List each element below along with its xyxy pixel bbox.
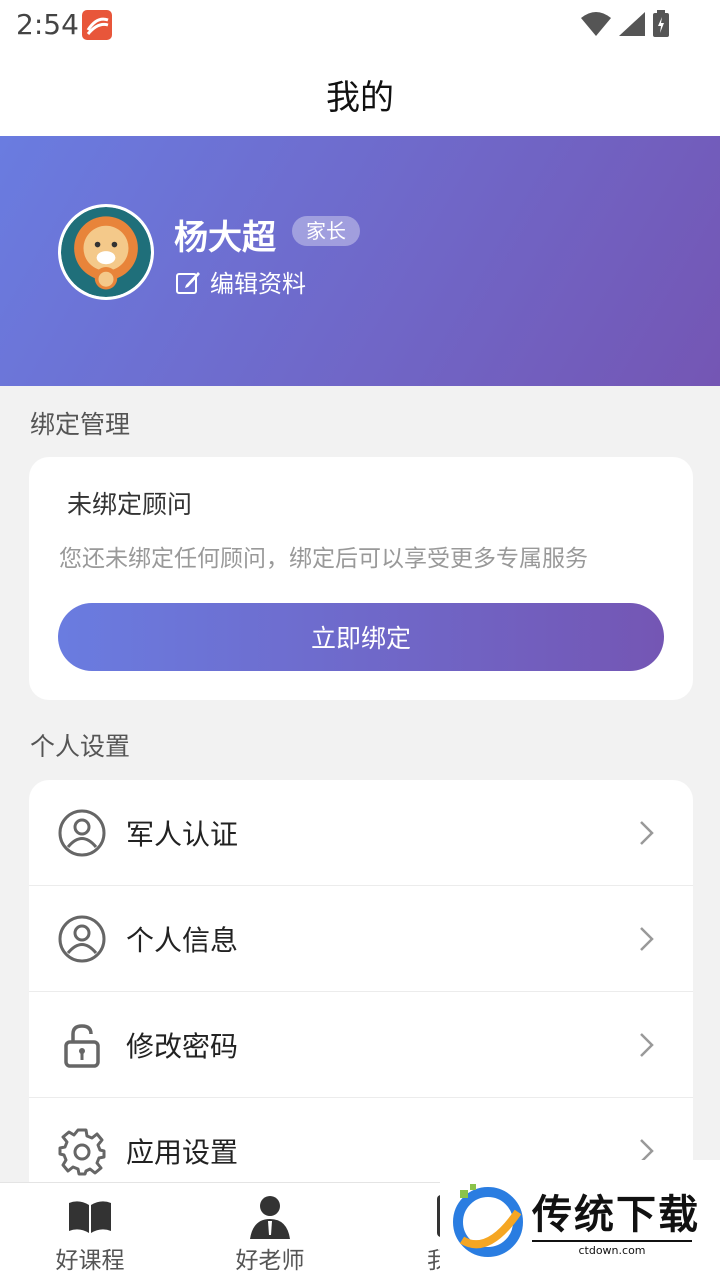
edit-profile-link[interactable]: 编辑资料 — [174, 264, 306, 299]
settings-section-title: 个人设置 — [30, 732, 131, 761]
status-bar: 2:54 — [0, 0, 720, 52]
chevron-right-icon — [640, 1032, 654, 1057]
role-badge: 家长 — [292, 216, 360, 246]
bind-now-button[interactable]: 立即绑定 — [58, 603, 664, 671]
status-time: 2:54 — [16, 8, 79, 41]
nav-item-courses[interactable]: 好课程 — [0, 1183, 180, 1280]
signal-icon — [619, 12, 645, 36]
lion-avatar-image — [61, 207, 151, 297]
title-bar: 我的 — [0, 52, 720, 136]
app-notification-icon — [82, 10, 112, 40]
settings-item-label: 军人认证 — [126, 817, 239, 851]
lock-icon — [57, 1020, 107, 1070]
book-icon — [65, 1193, 115, 1239]
binding-section-title: 绑定管理 — [30, 410, 131, 439]
edit-profile-label: 编辑资料 — [210, 270, 306, 298]
settings-item-label: 修改密码 — [126, 1029, 239, 1063]
nav-label: 好课程 — [55, 1248, 125, 1274]
user-name: 杨大超 — [174, 218, 276, 258]
gear-icon — [57, 1126, 107, 1176]
bind-now-label: 立即绑定 — [310, 624, 411, 653]
watermark-domain: ctdown.com — [532, 1240, 692, 1257]
avatar[interactable] — [58, 204, 154, 300]
binding-description: 您还未绑定任何顾问，绑定后可以享受更多专属服务 — [59, 546, 588, 572]
user-circle-icon — [57, 808, 107, 858]
nav-item-teachers[interactable]: 好老师 — [180, 1183, 360, 1280]
chevron-right-icon — [640, 926, 654, 951]
settings-item-military-verification[interactable]: 军人认证 — [29, 780, 693, 886]
binding-status-title: 未绑定顾问 — [67, 490, 193, 519]
profile-header: 杨大超 家长 编辑资料 — [0, 136, 720, 386]
battery-icon — [653, 10, 669, 37]
edit-icon — [176, 271, 200, 294]
teacher-icon — [245, 1193, 295, 1239]
user-circle-icon — [57, 914, 107, 964]
settings-card: 军人认证 个人信息 修改密码 应用设置 — [29, 780, 693, 1200]
page-title: 我的 — [326, 77, 394, 118]
settings-item-label: 应用设置 — [126, 1136, 239, 1169]
status-indicators — [580, 10, 670, 38]
nav-label: 好老师 — [235, 1248, 305, 1274]
settings-item-change-password[interactable]: 修改密码 — [29, 992, 693, 1098]
watermark-logo-icon — [453, 1184, 523, 1257]
watermark: 传统下载 ctdown.com — [440, 1160, 720, 1280]
watermark-text: 传统下载 — [532, 1192, 700, 1238]
wifi-icon — [581, 12, 611, 36]
chevron-right-icon — [640, 820, 654, 845]
settings-item-personal-info[interactable]: 个人信息 — [29, 886, 693, 992]
binding-card: 未绑定顾问 您还未绑定任何顾问，绑定后可以享受更多专属服务 立即绑定 — [29, 457, 693, 700]
settings-item-label: 个人信息 — [126, 923, 239, 957]
